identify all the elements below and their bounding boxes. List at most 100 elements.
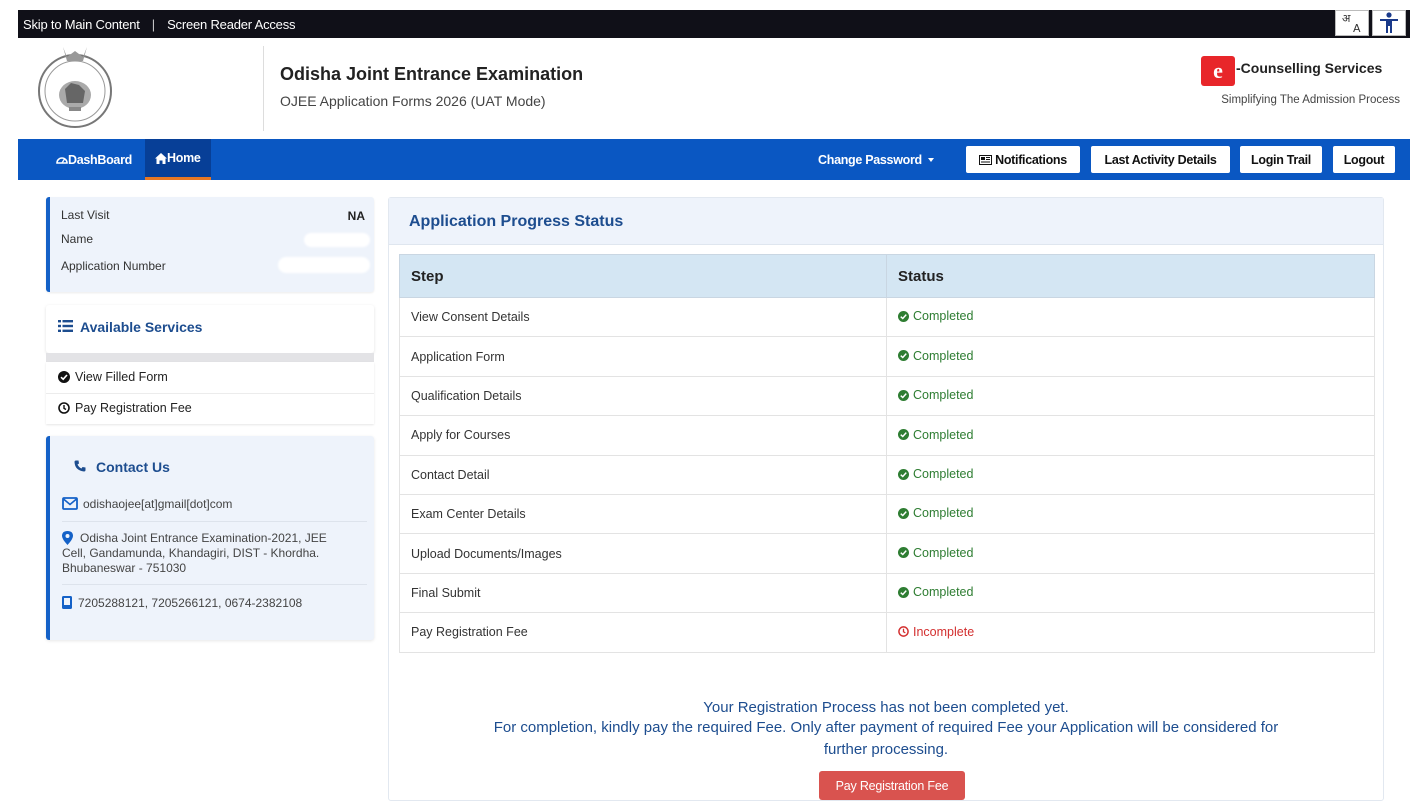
step-cell: Application Form	[399, 336, 887, 377]
user-info-card: Last Visit NA Name Application Number	[46, 197, 374, 292]
step-cell: Pay Registration Fee	[399, 612, 887, 653]
name-label: Name	[61, 232, 94, 246]
progress-title: Application Progress Status	[409, 213, 624, 230]
progress-panel-header: Application Progress Status	[389, 198, 1383, 245]
notifications-label: Notifications	[995, 152, 1067, 167]
table-row: Apply for Courses Completed	[399, 415, 1375, 456]
contact-phones: 7205288121, 7205266121, 0674-2382108	[78, 596, 303, 610]
status-badge: Completed	[898, 546, 973, 560]
hindi-a-language-icon[interactable]: अ A	[1335, 10, 1369, 36]
registration-notice-line3: further processing.	[823, 741, 949, 758]
last-visit-label: Last Visit	[61, 208, 110, 222]
map-marker-icon	[62, 531, 73, 545]
registration-notice-line2: For completion, kindly pay the required …	[493, 719, 1279, 736]
services-separator	[46, 353, 374, 362]
topbar-divider: |	[151, 16, 156, 32]
step-cell: Qualification Details	[399, 375, 887, 417]
table-row: View Consent Details Completed	[399, 296, 1375, 338]
dashboard-icon	[56, 156, 68, 164]
status-badge: Completed	[898, 585, 973, 599]
status-text: Incomplete	[913, 624, 975, 639]
progress-table: Step Status View Consent Details Complete…	[399, 254, 1375, 653]
table-row: Pay Registration Fee Incomplete	[399, 612, 1375, 653]
services-list: View Filled Form Pay Registration Fee	[46, 362, 374, 424]
table-row: Application Form Completed	[399, 336, 1375, 377]
brand-tagline: Simplifying The Admission Process	[1221, 94, 1400, 106]
login-trail-button[interactable]: Login Trail	[1240, 146, 1322, 173]
column-header-step: Step	[399, 254, 887, 298]
status-text: Completed	[913, 585, 974, 600]
contact-divider-2	[62, 584, 367, 585]
last-activity-button[interactable]: Last Activity Details	[1091, 146, 1230, 173]
page: Skip to Main Content | Screen Reader Acc…	[0, 0, 1414, 801]
logout-button[interactable]: Logout	[1333, 146, 1395, 173]
nav-dashboard-label: DashBoard	[68, 152, 132, 167]
status-cell: Completed	[886, 572, 1375, 614]
status-cell: Completed	[886, 415, 1375, 456]
status-text: Completed	[913, 348, 974, 363]
clock-icon	[58, 402, 70, 414]
caret-down-icon	[927, 158, 934, 162]
e-logo: e	[1201, 56, 1235, 86]
accessibility-person-icon[interactable]	[1372, 10, 1406, 36]
status-text: Completed	[913, 309, 974, 324]
pay-registration-fee-button[interactable]: Pay Registration Fee	[819, 771, 965, 800]
accessibility-bar: Skip to Main Content | Screen Reader Acc…	[18, 10, 1410, 38]
status-text: Completed	[913, 506, 974, 521]
nav-home[interactable]: Home	[145, 139, 211, 180]
envelope-icon	[62, 497, 78, 510]
step-cell: View Consent Details	[399, 296, 887, 338]
status-cell: Completed	[886, 533, 1375, 574]
table-row: Final Submit Completed	[399, 572, 1375, 614]
check-circle-icon	[898, 389, 909, 401]
table-row: Exam Center Details Completed	[399, 493, 1375, 535]
check-circle-icon	[898, 310, 909, 322]
change-password-dropdown[interactable]: Change Password	[818, 139, 934, 180]
registration-notice-line1: Your Registration Process has not been c…	[703, 699, 1069, 716]
step-cell: Contact Detail	[399, 454, 887, 495]
main-navbar: DashBoard Home Change Password Notificat…	[18, 139, 1410, 180]
step-cell: Final Submit	[399, 572, 887, 614]
list-icon	[58, 320, 73, 332]
services-divider	[46, 393, 374, 394]
organization-subtitle: OJEE Application Forms 2026 (UAT Mode)	[280, 93, 546, 109]
site-header: Odisha Joint Entrance Examination OJEE A…	[18, 38, 1410, 139]
phone-icon	[74, 460, 86, 472]
skip-to-main-link[interactable]: Skip to Main Content	[18, 17, 140, 32]
brand-title: -Counselling Services	[1236, 60, 1383, 76]
table-header-row: Step Status	[399, 254, 1375, 298]
change-password-label: Change Password	[818, 152, 922, 167]
status-cell: Incomplete	[886, 612, 1375, 653]
home-icon	[155, 152, 167, 164]
odisha-state-emblem	[35, 45, 115, 133]
status-cell: Completed	[886, 493, 1375, 535]
table-row: Upload Documents/Images Completed	[399, 533, 1375, 574]
newspaper-icon	[979, 154, 993, 165]
notifications-button[interactable]: Notifications	[966, 146, 1080, 173]
contact-address-line1: Odisha Joint Entrance Examination-2021, …	[80, 531, 327, 545]
contact-address-line2: Cell, Gandamunda, Khandagiri, DIST - Kho…	[62, 546, 320, 560]
check-circle-icon	[898, 429, 909, 441]
check-circle-icon	[898, 350, 909, 362]
view-filled-form-link[interactable]: View Filled Form	[58, 370, 168, 384]
screen-reader-link[interactable]: Screen Reader Access	[167, 17, 295, 32]
status-badge: Incomplete	[898, 625, 974, 639]
mobile-icon	[62, 596, 72, 609]
svg-text:A: A	[1353, 22, 1361, 35]
last-visit-value: NA	[347, 209, 365, 223]
nav-dashboard[interactable]: DashBoard	[56, 139, 132, 180]
status-badge: Completed	[898, 506, 973, 520]
check-circle-icon	[898, 586, 909, 598]
status-badge: Completed	[898, 467, 973, 481]
contact-email: odishaojee[at]gmail[dot]com	[83, 497, 233, 511]
application-number-label: Application Number	[61, 259, 166, 273]
pay-registration-fee-link[interactable]: Pay Registration Fee	[58, 401, 192, 415]
view-filled-form-label: View Filled Form	[75, 370, 168, 384]
organization-title: Odisha Joint Entrance Examination	[280, 64, 584, 84]
accessibility-tools: अ A	[1335, 10, 1406, 38]
status-badge: Completed	[898, 349, 973, 363]
status-cell: Completed	[886, 454, 1375, 495]
available-services-title: Available Services	[80, 319, 203, 335]
table-row: Contact Detail Completed	[399, 454, 1375, 495]
header-divider	[263, 46, 264, 131]
